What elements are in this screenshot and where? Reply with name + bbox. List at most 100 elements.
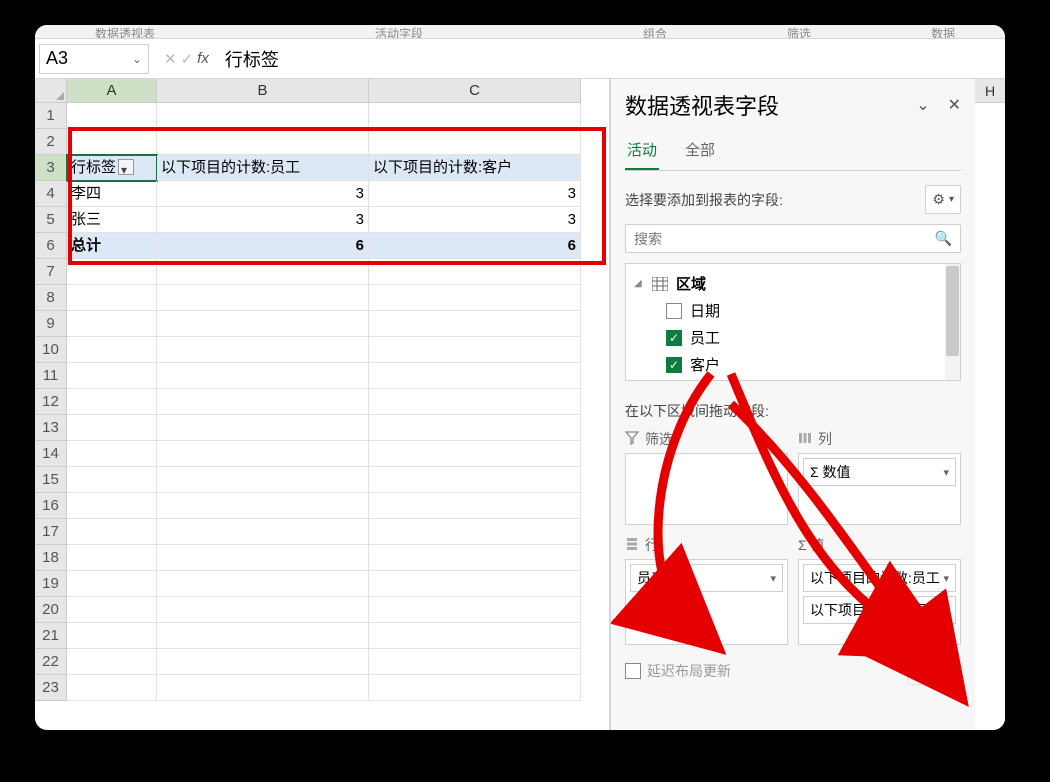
chevron-down-icon[interactable]: ▾ bbox=[943, 466, 949, 479]
row-header[interactable]: 20 bbox=[35, 597, 67, 623]
column-header[interactable]: H bbox=[975, 79, 1005, 103]
cell[interactable] bbox=[369, 311, 581, 337]
field-checkbox[interactable]: ✓ bbox=[666, 330, 682, 346]
cell[interactable] bbox=[157, 103, 369, 129]
chevron-down-icon[interactable]: ▾ bbox=[943, 572, 949, 585]
defer-checkbox[interactable] bbox=[625, 663, 641, 679]
cell[interactable]: 3 bbox=[369, 207, 581, 233]
cell[interactable] bbox=[369, 571, 581, 597]
settings-button[interactable]: ⚙ ▾ bbox=[925, 185, 961, 214]
row-header[interactable]: 1 bbox=[35, 103, 67, 129]
cell[interactable]: 6 bbox=[157, 233, 369, 259]
fx-icon[interactable]: fx bbox=[197, 50, 209, 67]
area-values[interactable]: Σ 值 以下项目的计数:员工▾以下项目的计数:客户▾ bbox=[798, 535, 961, 645]
field-item[interactable]: ✓客户 bbox=[630, 351, 956, 378]
cell[interactable] bbox=[369, 649, 581, 675]
area-rows[interactable]: 行 员工 ▾ bbox=[625, 535, 788, 645]
column-header[interactable]: B bbox=[157, 79, 369, 103]
cell[interactable]: 张三 bbox=[67, 207, 157, 233]
field-list[interactable]: ◢ 区域 日期✓员工✓客户 bbox=[625, 263, 961, 381]
cell[interactable] bbox=[67, 311, 157, 337]
cell[interactable] bbox=[157, 441, 369, 467]
cell[interactable] bbox=[157, 129, 369, 155]
cell[interactable]: 以下项目的计数:员工 bbox=[157, 155, 369, 181]
column-header[interactable]: C bbox=[369, 79, 581, 103]
cell[interactable] bbox=[369, 363, 581, 389]
cell[interactable] bbox=[369, 285, 581, 311]
cell[interactable] bbox=[369, 467, 581, 493]
collapse-icon[interactable]: ◢ bbox=[634, 278, 644, 289]
cell[interactable] bbox=[67, 129, 157, 155]
cell[interactable]: 3 bbox=[369, 181, 581, 207]
row-header[interactable]: 5 bbox=[35, 207, 67, 233]
cell[interactable] bbox=[369, 337, 581, 363]
cell[interactable] bbox=[157, 493, 369, 519]
cell[interactable] bbox=[157, 597, 369, 623]
chevron-down-icon[interactable]: ⌄ bbox=[916, 95, 929, 115]
cell[interactable] bbox=[157, 623, 369, 649]
row-header[interactable]: 22 bbox=[35, 649, 67, 675]
row-header[interactable]: 21 bbox=[35, 623, 67, 649]
cell[interactable] bbox=[67, 441, 157, 467]
row-header[interactable]: 8 bbox=[35, 285, 67, 311]
cell[interactable] bbox=[67, 467, 157, 493]
cell[interactable] bbox=[67, 103, 157, 129]
chevron-down-icon[interactable]: ▾ bbox=[770, 572, 776, 585]
row-header[interactable]: 2 bbox=[35, 129, 67, 155]
cell[interactable] bbox=[369, 129, 581, 155]
cell[interactable] bbox=[369, 415, 581, 441]
cancel-icon[interactable]: ✕ bbox=[164, 50, 177, 68]
search-input[interactable] bbox=[634, 231, 935, 247]
cell[interactable] bbox=[67, 675, 157, 701]
field-checkbox[interactable] bbox=[666, 303, 682, 319]
cell[interactable] bbox=[157, 259, 369, 285]
row-header[interactable]: 18 bbox=[35, 545, 67, 571]
row-header[interactable]: 10 bbox=[35, 337, 67, 363]
spreadsheet-grid[interactable]: A B C 123行标签以下项目的计数:员工以下项目的计数:客户4李四335张三… bbox=[35, 79, 610, 730]
cell[interactable] bbox=[157, 311, 369, 337]
cell[interactable] bbox=[157, 519, 369, 545]
cell[interactable]: 3 bbox=[157, 181, 369, 207]
row-header[interactable]: 12 bbox=[35, 389, 67, 415]
cell[interactable] bbox=[67, 415, 157, 441]
cell[interactable] bbox=[369, 597, 581, 623]
cell[interactable]: 3 bbox=[157, 207, 369, 233]
cell[interactable] bbox=[369, 493, 581, 519]
row-header[interactable]: 16 bbox=[35, 493, 67, 519]
cell[interactable]: 6 bbox=[369, 233, 581, 259]
row-header[interactable]: 19 bbox=[35, 571, 67, 597]
row-header[interactable]: 14 bbox=[35, 441, 67, 467]
cell[interactable] bbox=[67, 545, 157, 571]
cell[interactable] bbox=[67, 519, 157, 545]
cell[interactable] bbox=[157, 337, 369, 363]
values-chip[interactable]: 以下项目的计数:客户▾ bbox=[803, 596, 956, 624]
cell[interactable] bbox=[369, 675, 581, 701]
cell[interactable] bbox=[369, 103, 581, 129]
cell[interactable] bbox=[157, 363, 369, 389]
row-header[interactable]: 17 bbox=[35, 519, 67, 545]
cell[interactable] bbox=[157, 389, 369, 415]
cell[interactable] bbox=[369, 623, 581, 649]
cell[interactable] bbox=[157, 571, 369, 597]
area-columns[interactable]: 列 Σ 数值 ▾ bbox=[798, 429, 961, 525]
cell[interactable]: 行标签 bbox=[67, 155, 157, 181]
row-header[interactable]: 3 bbox=[35, 155, 67, 181]
field-item[interactable]: 日期 bbox=[630, 297, 956, 324]
name-box[interactable]: A3 ⌄ bbox=[39, 44, 149, 74]
columns-chip[interactable]: Σ 数值 ▾ bbox=[803, 458, 956, 486]
cell[interactable]: 以下项目的计数:客户 bbox=[369, 155, 581, 181]
cell[interactable] bbox=[67, 597, 157, 623]
cell[interactable] bbox=[157, 285, 369, 311]
cell[interactable] bbox=[369, 519, 581, 545]
cell[interactable] bbox=[67, 571, 157, 597]
cell[interactable] bbox=[369, 259, 581, 285]
row-header[interactable]: 11 bbox=[35, 363, 67, 389]
cell[interactable] bbox=[157, 649, 369, 675]
search-icon[interactable]: 🔍 bbox=[935, 230, 952, 247]
cell[interactable] bbox=[67, 285, 157, 311]
row-header[interactable]: 4 bbox=[35, 181, 67, 207]
values-chip[interactable]: 以下项目的计数:员工▾ bbox=[803, 564, 956, 592]
tab-all[interactable]: 全部 bbox=[683, 133, 717, 170]
select-all-corner[interactable] bbox=[35, 79, 67, 103]
rows-chip[interactable]: 员工 ▾ bbox=[630, 564, 783, 592]
